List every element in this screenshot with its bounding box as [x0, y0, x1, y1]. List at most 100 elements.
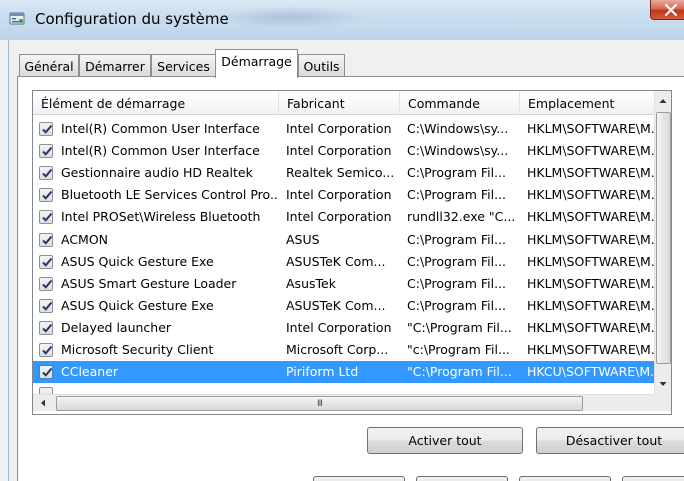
- checkmark-icon: [42, 301, 53, 311]
- cell-manufacturer: Intel Corporation: [286, 187, 392, 203]
- cell-item: Intel PROSet\Wireless Bluetooth: [61, 209, 261, 225]
- cell-command: C:\Program Fil...: [407, 231, 507, 247]
- cell-manufacturer: Realtek Semico...: [286, 165, 395, 181]
- cell-item: Intel(R) Common User Interface: [61, 143, 260, 159]
- table-row[interactable]: Intel(R) Common User Interface Intel Corp…: [33, 140, 671, 162]
- cell-location: HKLM\SOFTWARE\M...: [527, 275, 655, 291]
- row-checkbox[interactable]: [39, 276, 53, 291]
- cell-location: HKCU\SOFTWARE\M...: [527, 364, 655, 380]
- cell-item: Gestionnaire audio HD Realtek: [61, 165, 253, 181]
- row-checkbox[interactable]: [39, 232, 53, 247]
- checkmark-icon: [42, 124, 53, 134]
- cancel-button[interactable]: [416, 476, 508, 481]
- scroll-down-arrow-icon[interactable]: [655, 376, 671, 392]
- cell-item: ASUS Quick Gesture Exe: [61, 297, 214, 313]
- cell-manufacturer: Intel Corporation: [286, 121, 392, 136]
- cell-command: C:\Program Fil...: [407, 165, 507, 181]
- cell-command: C:\Program Fil...: [407, 297, 507, 313]
- row-checkbox[interactable]: [39, 122, 53, 136]
- table-row[interactable]: CCleaner Piriform Ltd "C:\Program Fil... HK…: [33, 361, 671, 384]
- cell-item: Microsoft Security Client: [61, 342, 214, 357]
- scroll-up-arrow-icon[interactable]: [655, 93, 671, 109]
- startup-items-list[interactable]: Élément de démarrage Fabricant Commande …: [32, 90, 672, 415]
- cell-manufacturer: Intel Corporation: [286, 209, 392, 225]
- checkmark-icon: [42, 367, 53, 377]
- checkmark-icon: [42, 191, 53, 201]
- tab-general[interactable]: Général: [19, 54, 79, 77]
- table-row[interactable]: ASUS Quick Gesture Exe ASUSTeK Com... C:\P…: [33, 251, 671, 273]
- cell-location: HKLM\SOFTWARE\M...: [527, 187, 655, 203]
- ok-button[interactable]: [313, 476, 405, 481]
- table-row[interactable]: Gestionnaire audio HD Realtek Realtek Sem…: [33, 162, 671, 184]
- cell-manufacturer: Piriform Ltd: [286, 364, 359, 380]
- checkmark-icon: [42, 235, 53, 245]
- row-checkbox[interactable]: [39, 254, 53, 269]
- cell-item: ACMON: [61, 231, 109, 247]
- cell-location: HKLM\SOFTWARE\M...: [527, 121, 655, 136]
- table-row[interactable]: Bluetooth LE Services Control Pro... Inte…: [33, 184, 671, 206]
- enable-all-button[interactable]: Activer tout: [367, 427, 523, 454]
- title-background-blur: [215, 6, 365, 28]
- table-row[interactable]: Delayed launcher Intel Corporation "C:\Pro…: [33, 317, 671, 339]
- checkmark-icon: [42, 279, 53, 289]
- cell-command: C:\Program Fil...: [407, 253, 507, 269]
- vertical-scroll-thumb[interactable]: [656, 112, 671, 364]
- cell-location: HKLM\SOFTWARE\M...: [527, 297, 655, 313]
- cell-command: C:\Windows\sy...: [407, 143, 509, 159]
- row-checkbox[interactable]: [39, 210, 53, 225]
- cell-manufacturer: AsusTek: [286, 275, 336, 291]
- table-row[interactable]: Intel(R) Common User Interface Intel Corp…: [33, 118, 671, 140]
- cell-location: HKLM\SOFTWARE\M...: [527, 143, 655, 159]
- table-row[interactable]: Intel PROSet\Wireless Bluetooth Intel Cor…: [33, 206, 671, 228]
- row-checkbox[interactable]: [39, 188, 53, 203]
- tab-services[interactable]: Services: [151, 54, 216, 77]
- row-checkbox[interactable]: [39, 298, 53, 313]
- help-button[interactable]: [622, 476, 684, 481]
- cell-manufacturer: Intel Corporation: [286, 319, 392, 335]
- cell-command: C:\Program Fil...: [407, 275, 507, 291]
- row-checkbox[interactable]: [39, 166, 53, 181]
- cell-command: C:\Windows\sy...: [407, 121, 509, 136]
- table-row[interactable]: ACMON ASUS C:\Program Fil... HKLM\SOFTWARE\…: [33, 229, 671, 251]
- cell-location: HKLM\SOFTWARE\M...: [527, 231, 655, 247]
- list-header: Élément de démarrage Fabricant Commande …: [33, 91, 671, 115]
- column-header-location[interactable]: Emplacement: [520, 91, 655, 115]
- column-header-command[interactable]: Commande: [400, 91, 520, 115]
- row-checkbox[interactable]: [39, 365, 53, 380]
- table-row[interactable]: Microsoft Security Client Microsoft Corp.…: [33, 339, 671, 361]
- cell-manufacturer: Intel Corporation: [286, 143, 392, 159]
- cell-command: C:\Program Fil...: [407, 187, 507, 203]
- checkmark-icon: [42, 345, 53, 355]
- msconfig-icon: [9, 12, 25, 25]
- table-row[interactable]: ASUS Quick Gesture Exe ASUSTeK Com... C:\P…: [33, 295, 671, 317]
- tab-outils[interactable]: Outils: [298, 54, 345, 77]
- checkmark-icon: [42, 169, 53, 178]
- vertical-scrollbar[interactable]: [654, 91, 671, 394]
- title-bar[interactable]: Configuration du système: [0, 0, 684, 40]
- row-checkbox[interactable]: [39, 343, 53, 357]
- column-header-manufacturer[interactable]: Fabricant: [279, 91, 400, 115]
- scroll-grip: III: [317, 399, 323, 409]
- cell-item: CCleaner: [61, 364, 119, 380]
- close-button[interactable]: [650, 0, 684, 20]
- scroll-left-arrow-icon[interactable]: [35, 395, 51, 411]
- cell-item: ASUS Smart Gesture Loader: [61, 275, 237, 291]
- close-icon: [664, 3, 678, 17]
- checkmark-icon: [42, 257, 53, 267]
- table-row[interactable]: ASUS Smart Gesture Loader AsusTek C:\Progr…: [33, 273, 671, 295]
- column-header-item[interactable]: Élément de démarrage: [33, 91, 279, 115]
- disable-all-button[interactable]: Désactiver tout: [536, 427, 684, 454]
- cell-command: "c:\Program Fil...: [407, 342, 510, 357]
- cell-location: HKLM\SOFTWARE\M...: [527, 253, 655, 269]
- cell-command: rundll32.exe "C...: [407, 209, 516, 225]
- cell-location: HKLM\SOFTWARE\M...: [527, 165, 655, 181]
- apply-button[interactable]: [519, 476, 611, 481]
- tab-demarrer[interactable]: Démarrer: [79, 54, 151, 77]
- horizontal-scrollbar[interactable]: III: [33, 394, 671, 411]
- row-checkbox[interactable]: [39, 320, 53, 335]
- cell-item: Bluetooth LE Services Control Pro...: [61, 187, 277, 203]
- row-checkbox[interactable]: [39, 144, 53, 159]
- horizontal-scroll-thumb[interactable]: III: [56, 396, 583, 411]
- tab-demarrage[interactable]: Démarrage: [215, 49, 298, 78]
- window-title: Configuration du système: [35, 10, 229, 28]
